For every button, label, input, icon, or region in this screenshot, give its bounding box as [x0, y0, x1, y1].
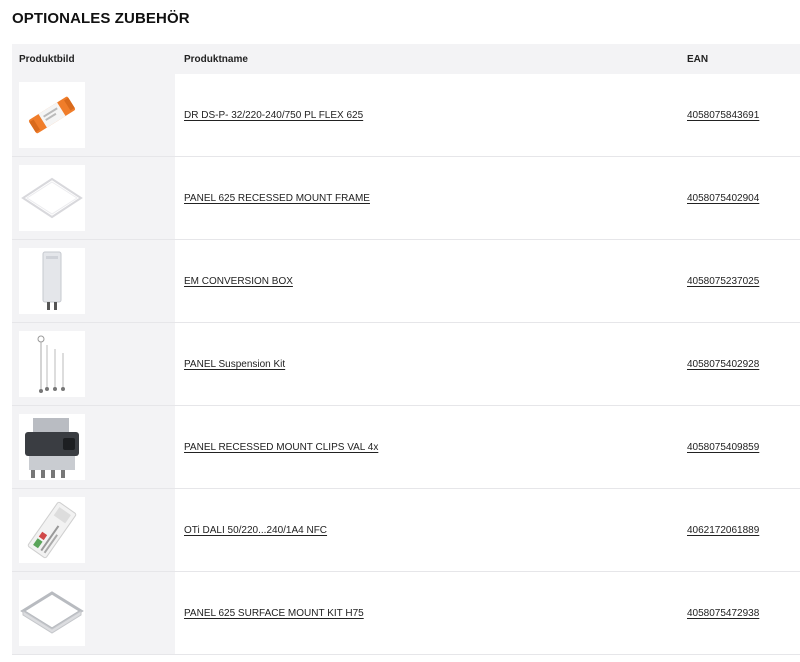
image-cell	[12, 406, 175, 488]
product-ean-link[interactable]: 4058075409859	[687, 442, 759, 453]
product-image[interactable]	[19, 165, 85, 231]
mount-clips-icon	[25, 418, 79, 478]
table-row: PANEL Suspension Kit 4058075402928	[12, 323, 800, 406]
product-name-link[interactable]: DR DS-P- 32/220-240/750 PL FLEX 625	[184, 110, 363, 121]
product-ean-link[interactable]: 4058075402928	[687, 359, 759, 370]
product-ean-link[interactable]: 4058075472938	[687, 608, 759, 619]
product-image[interactable]	[19, 248, 85, 314]
conversion-box-icon	[42, 251, 62, 310]
product-ean-link[interactable]: 4058075402904	[687, 193, 759, 204]
product-image[interactable]	[19, 414, 85, 480]
section-title: OPTIONALES ZUBEHÖR	[12, 10, 190, 27]
image-cell	[12, 572, 175, 654]
product-name-link[interactable]: PANEL 625 SURFACE MOUNT KIT H75	[184, 608, 364, 619]
table-row: PANEL RECESSED MOUNT CLIPS VAL 4x 405807…	[12, 406, 800, 489]
table-row: EM CONVERSION BOX 4058075237025	[12, 240, 800, 323]
suspension-kit-icon	[37, 335, 65, 393]
product-name-link[interactable]: PANEL 625 RECESSED MOUNT FRAME	[184, 193, 370, 204]
image-cell	[12, 74, 175, 156]
image-cell	[12, 157, 175, 239]
product-name-link[interactable]: PANEL RECESSED MOUNT CLIPS VAL 4x	[184, 442, 378, 453]
product-image[interactable]	[19, 82, 85, 148]
product-image[interactable]	[19, 497, 85, 563]
dali-driver-icon	[27, 501, 77, 559]
product-image[interactable]	[19, 331, 85, 397]
surface-mount-kit-icon	[20, 591, 84, 634]
image-cell	[12, 489, 175, 571]
product-ean-link[interactable]: 4058075237025	[687, 276, 759, 287]
product-image[interactable]	[19, 580, 85, 646]
product-name-link[interactable]: OTi DALI 50/220...240/1A4 NFC	[184, 525, 327, 536]
product-name-link[interactable]: PANEL Suspension Kit	[184, 359, 285, 370]
frame-icon	[21, 177, 83, 219]
driver-icon	[29, 96, 75, 134]
table-row: PANEL 625 RECESSED MOUNT FRAME 405807540…	[12, 157, 800, 240]
column-header-image: Produktbild	[19, 54, 75, 65]
product-name-link[interactable]: EM CONVERSION BOX	[184, 276, 293, 287]
table-row: DR DS-P- 32/220-240/750 PL FLEX 625 4058…	[12, 74, 800, 157]
image-cell	[12, 323, 175, 405]
table-row: OTi DALI 50/220...240/1A4 NFC 4062172061…	[12, 489, 800, 572]
accessories-table: Produktbild Produktname EAN DR DS-P- 32/…	[12, 44, 800, 655]
product-ean-link[interactable]: 4058075843691	[687, 110, 759, 121]
image-cell	[12, 240, 175, 322]
table-row: PANEL 625 SURFACE MOUNT KIT H75 40580754…	[12, 572, 800, 655]
column-header-ean: EAN	[687, 54, 709, 65]
table-header: Produktbild Produktname EAN	[12, 44, 800, 74]
product-ean-link[interactable]: 4062172061889	[687, 525, 759, 536]
column-header-name: Produktname	[184, 54, 248, 65]
